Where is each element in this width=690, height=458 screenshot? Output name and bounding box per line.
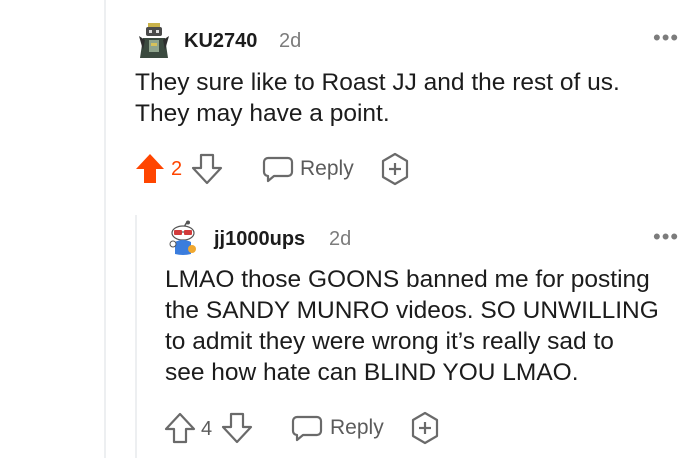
award-icon[interactable]: [378, 152, 412, 186]
reply-bubble-icon[interactable]: [291, 414, 323, 442]
reply-bubble-icon[interactable]: [262, 155, 294, 183]
reply-button[interactable]: Reply: [330, 416, 384, 440]
comment-line: They may have a point.: [135, 100, 390, 127]
timestamp: 2d: [329, 228, 352, 250]
more-options-icon[interactable]: •••: [653, 226, 679, 248]
upvote-arrow-icon[interactable]: [163, 411, 197, 445]
more-options-icon[interactable]: •••: [653, 27, 679, 49]
thread-line[interactable]: [104, 0, 106, 458]
username[interactable]: KU2740: [184, 30, 257, 53]
username[interactable]: jj1000ups: [214, 228, 305, 251]
upvote-arrow-icon[interactable]: [133, 152, 167, 186]
downvote-arrow-icon[interactable]: [190, 152, 224, 186]
reply-button[interactable]: Reply: [300, 157, 354, 181]
comment-line: They sure like to Roast JJ and the rest …: [135, 69, 620, 96]
avatar[interactable]: [164, 220, 202, 258]
comment-line: see how hate can BLIND YOU LMAO.: [165, 359, 579, 386]
comment-body: LMAO those GOONS banned me for posting t…: [165, 264, 680, 388]
comment-line: to admit they were wrong it’s really sad…: [165, 328, 614, 355]
award-icon[interactable]: [408, 411, 442, 445]
comment-line: LMAO those GOONS banned me for posting: [165, 266, 650, 293]
comment-body: They sure like to Roast JJ and the rest …: [135, 67, 675, 129]
vote-count: 2: [171, 158, 183, 180]
vote-count: 4: [201, 418, 213, 440]
thread-line-nested[interactable]: [135, 215, 137, 458]
avatar[interactable]: [135, 22, 173, 60]
downvote-arrow-icon[interactable]: [220, 411, 254, 445]
timestamp: 2d: [279, 30, 302, 52]
comment-line: the SANDY MUNRO videos. SO UNWILLING: [165, 297, 659, 324]
